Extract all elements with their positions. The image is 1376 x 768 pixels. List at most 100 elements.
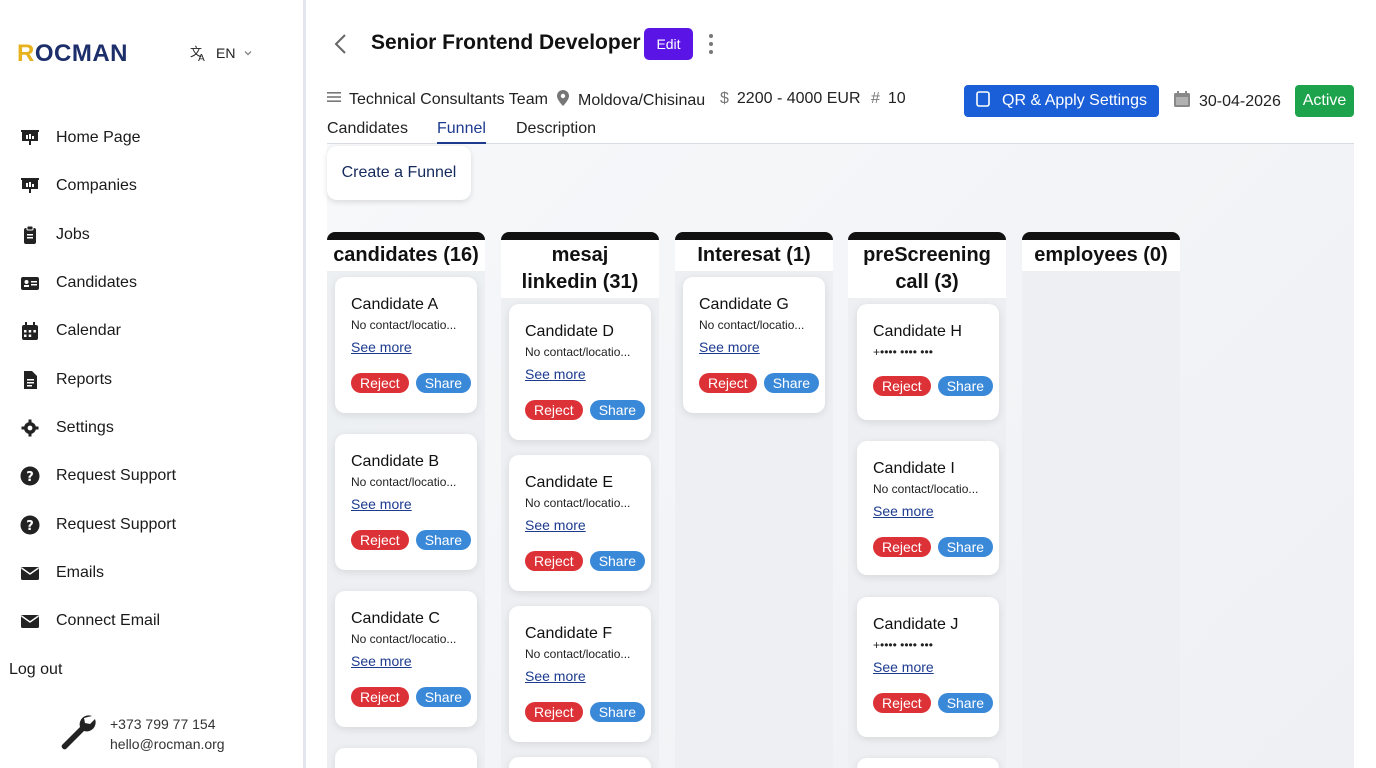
logout-link[interactable]: Log out — [9, 661, 62, 679]
card-actions: Reject Share — [873, 376, 999, 396]
qr-apply-settings-button[interactable]: QR & Apply Settings — [964, 85, 1159, 117]
sidebar-item-request-support[interactable]: ? Request Support — [20, 452, 290, 500]
share-button[interactable]: Share — [763, 373, 820, 393]
reject-button[interactable]: Reject — [525, 702, 583, 722]
see-more-link[interactable]: See more — [525, 366, 586, 382]
sidebar-item-reports[interactable]: Reports — [20, 355, 290, 403]
reject-button[interactable]: Reject — [351, 687, 409, 707]
question-icon: ? — [20, 466, 40, 486]
share-button[interactable]: Share — [589, 400, 646, 420]
candidate-card-partial[interactable] — [335, 748, 477, 768]
candidate-card[interactable]: Candidate B No contact/locatio... See mo… — [335, 434, 477, 570]
candidate-card[interactable]: Candidate E No contact/locatio... See mo… — [509, 455, 651, 591]
language-selector[interactable]: 文A EN — [190, 44, 253, 62]
positions-info: # 10 — [871, 90, 906, 108]
candidate-card[interactable]: Candidate C No contact/locatio... See mo… — [335, 591, 477, 727]
document-icon — [20, 370, 40, 390]
see-more-link[interactable]: See more — [873, 503, 934, 519]
sidebar-item-calendar[interactable]: Calendar — [20, 307, 290, 355]
tab-funnel[interactable]: Funnel — [437, 120, 486, 144]
candidate-card-partial[interactable] — [857, 758, 999, 768]
share-button[interactable]: Share — [415, 373, 472, 393]
candidate-contact: No contact/locatio... — [351, 632, 457, 646]
candidate-contact: +•••• •••• ••• — [873, 345, 933, 359]
logo-text: OCMAN — [34, 40, 128, 67]
see-more-link[interactable]: See more — [525, 668, 586, 684]
reject-button[interactable]: Reject — [351, 530, 409, 550]
candidate-name: Candidate C — [351, 610, 440, 627]
date-info: 30-04-2026 — [1173, 90, 1281, 113]
sidebar-item-companies[interactable]: Companies — [20, 162, 290, 210]
share-button[interactable]: Share — [589, 702, 646, 722]
reject-button[interactable]: Reject — [351, 373, 409, 393]
app: ROCMAN 文A EN Home Page Companies Jobs Ca… — [0, 0, 1376, 768]
candidate-card[interactable]: Candidate J +•••• •••• ••• See more Reje… — [857, 597, 999, 737]
sidebar-item-candidates[interactable]: Candidates — [20, 259, 290, 307]
see-more-link[interactable]: See more — [525, 517, 586, 533]
share-button[interactable]: Share — [415, 530, 472, 550]
candidate-card[interactable]: Candidate A No contact/locatio... See mo… — [335, 277, 477, 413]
sidebar-item-settings[interactable]: Settings — [20, 404, 290, 452]
create-funnel-button[interactable]: Create a Funnel — [327, 146, 471, 200]
sidebar-item-jobs[interactable]: Jobs — [20, 211, 290, 259]
share-button[interactable]: Share — [415, 687, 472, 707]
qr-apply-settings-label: QR & Apply Settings — [1002, 92, 1147, 109]
candidate-contact: No contact/locatio... — [525, 496, 631, 510]
contact-email[interactable]: hello@rocman.org — [110, 734, 225, 754]
sidebar-item-label: Request Support — [56, 467, 177, 485]
candidate-name: Candidate J — [873, 616, 959, 633]
reject-button[interactable]: Reject — [873, 376, 931, 396]
card-actions: Reject Share — [351, 687, 477, 707]
candidate-contact: +•••• •••• ••• — [873, 638, 933, 652]
chevron-left-icon — [334, 34, 346, 54]
sidebar-item-home-page[interactable]: Home Page — [20, 114, 290, 162]
gear-icon — [20, 418, 40, 438]
reject-button[interactable]: Reject — [525, 400, 583, 420]
sidebar-divider — [303, 0, 306, 768]
see-more-link[interactable]: See more — [351, 653, 412, 669]
share-button[interactable]: Share — [937, 693, 994, 713]
candidate-card[interactable]: Candidate F No contact/locatio... See mo… — [509, 606, 651, 742]
share-button[interactable]: Share — [589, 551, 646, 571]
sidebar-item-label: Request Support — [56, 515, 177, 533]
contact-phone[interactable]: +373 799 77 154 — [110, 714, 225, 734]
more-options-icon[interactable] — [704, 32, 718, 56]
card-actions: Reject Share — [525, 400, 651, 420]
card-actions: Reject Share — [351, 530, 477, 550]
candidate-card-partial[interactable] — [509, 757, 651, 768]
candidate-card[interactable]: Candidate D No contact/locatio... See mo… — [509, 304, 651, 440]
reject-button[interactable]: Reject — [525, 551, 583, 571]
share-button[interactable]: Share — [937, 537, 994, 557]
candidate-name: Candidate G — [699, 296, 789, 313]
see-more-link[interactable]: See more — [873, 659, 934, 675]
card-actions: Reject Share — [351, 373, 477, 393]
positions-count: 10 — [887, 90, 906, 107]
sidebar-item-request-support-2[interactable]: ? Request Support — [20, 500, 290, 548]
card-actions: Reject Share — [699, 373, 825, 393]
reject-button[interactable]: Reject — [699, 373, 757, 393]
see-more-link[interactable]: See more — [351, 339, 412, 355]
tab-description[interactable]: Description — [516, 120, 596, 143]
back-button[interactable] — [330, 32, 352, 56]
team-name: Technical Consultants Team — [349, 90, 548, 108]
salary-text: 2200 - 4000 EUR — [736, 90, 861, 107]
see-more-link[interactable]: See more — [351, 496, 412, 512]
sidebar-item-emails[interactable]: Emails — [20, 549, 290, 597]
logo[interactable]: ROCMAN — [17, 40, 128, 68]
tab-candidates[interactable]: Candidates — [327, 120, 408, 143]
svg-text:A: A — [198, 53, 205, 62]
candidate-contact: No contact/locatio... — [525, 345, 631, 359]
edit-button[interactable]: Edit — [644, 28, 693, 60]
svg-text:?: ? — [26, 519, 34, 534]
candidate-card[interactable]: Candidate H +•••• •••• ••• Reject Share — [857, 304, 999, 420]
share-button[interactable]: Share — [937, 376, 994, 396]
reject-button[interactable]: Reject — [873, 537, 931, 557]
sidebar-item-connect-email[interactable]: Connect Email — [20, 597, 290, 645]
column-title: Interesat (1) — [675, 240, 833, 271]
see-more-link[interactable]: See more — [699, 339, 760, 355]
sidebar-item-label: Companies — [56, 177, 137, 195]
hash-icon: # — [871, 90, 880, 107]
reject-button[interactable]: Reject — [873, 693, 931, 713]
candidate-card[interactable]: Candidate G No contact/locatio... See mo… — [683, 277, 825, 413]
candidate-card[interactable]: Candidate I No contact/locatio... See mo… — [857, 441, 999, 575]
